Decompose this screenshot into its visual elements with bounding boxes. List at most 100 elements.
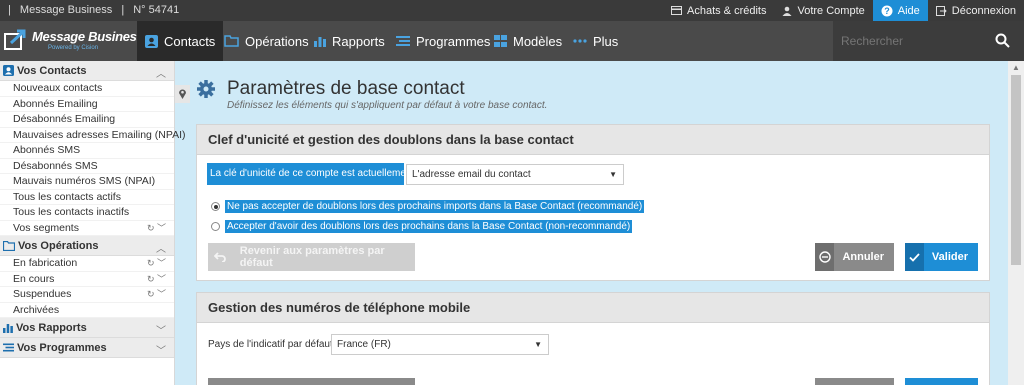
sidebar-item-label: Désabonnés Emailing [13, 113, 116, 125]
sidebar-item[interactable]: Suspendues ↻ ﹀ [0, 287, 174, 303]
undo-icon [208, 243, 232, 271]
reset-defaults-button[interactable]: Revenir aux paramètres par défaut [208, 243, 415, 271]
bar-chart-icon [314, 37, 326, 47]
sidebar-item-label: Suspendues [13, 288, 72, 300]
achats-link[interactable]: Achats & crédits [663, 0, 774, 21]
sidebar-item[interactable]: En fabrication ↻ ﹀ [0, 256, 174, 272]
sidebar-item[interactable]: Tous les contacts inactifs [0, 205, 174, 221]
country-select[interactable]: France (FR) ▼ [331, 334, 549, 355]
chevron-up-icon[interactable]: ︿ [156, 65, 166, 80]
chevron-up-icon[interactable]: ︿ [156, 240, 166, 255]
sidebar-item[interactable]: Tous les contacts actifs [0, 190, 174, 205]
achats-label: Achats & crédits [687, 4, 767, 17]
scrollbar-thumb[interactable] [1011, 75, 1021, 265]
nav-contacts[interactable]: Contacts [137, 21, 224, 61]
nav-modeles[interactable]: Modèles [486, 21, 570, 61]
refresh-expand-icon[interactable]: ↻ ﹀ [147, 272, 166, 287]
chevron-down-icon[interactable]: ﹀ [156, 342, 166, 357]
main-nav: Message Business Powered by Cision Conta… [0, 21, 1024, 61]
key-select[interactable]: L'adresse email du contact ▼ [406, 164, 624, 185]
gear-icon [197, 80, 215, 98]
sidebar-item[interactable]: Vos segments ↻ ﹀ [0, 221, 174, 236]
radio-no-duplicates[interactable]: Ne pas accepter de doublons lors des pro… [211, 200, 645, 213]
sidebar-item[interactable]: Abonnés Emailing [0, 97, 174, 112]
aide-link[interactable]: ? Aide [872, 0, 928, 21]
separator: | [8, 4, 11, 16]
sidebar-item[interactable]: Mauvais numéros SMS (NPAI) [0, 174, 174, 190]
validate-button[interactable] [905, 378, 978, 385]
sidebar-item[interactable]: Nouveaux contacts [0, 81, 174, 97]
section-contacts[interactable]: Vos Contacts ︿ [0, 61, 174, 81]
user-icon [782, 6, 792, 16]
nav-operations[interactable]: Opérations [216, 21, 317, 61]
sidebar-item[interactable]: Désabonnés SMS [0, 159, 174, 174]
radio-allow-duplicates[interactable]: Accepter d'avoir des doublons lors des p… [211, 220, 633, 233]
search-icon[interactable] [995, 33, 1010, 48]
sidebar-item-label: Mauvais numéros SMS (NPAI) [13, 175, 156, 187]
deconnexion-link[interactable]: Déconnexion [928, 0, 1024, 21]
folder-icon [224, 35, 239, 47]
cancel-button[interactable]: Annuler [815, 243, 894, 271]
sidebar-item-label: Abonnés SMS [13, 144, 81, 156]
compte-link[interactable]: Votre Compte [774, 0, 872, 21]
nav-rapports-label: Rapports [332, 33, 385, 49]
nav-contacts-label: Contacts [164, 33, 216, 49]
section-programmes[interactable]: Vos Programmes ﹀ [0, 338, 174, 358]
scroll-up-arrow-icon[interactable]: ▲ [1012, 63, 1020, 72]
logo[interactable]: Message Business Powered by Cision [4, 27, 144, 55]
nav-operations-label: Opérations [245, 33, 309, 49]
account-info: | Message Business | N° 54741 [8, 4, 185, 16]
validate-button[interactable]: Valider [905, 243, 978, 271]
nav-rapports[interactable]: Rapports [306, 21, 393, 61]
sidebar-item[interactable]: Abonnés SMS [0, 143, 174, 159]
country-select-value: France (FR) [337, 339, 391, 350]
dropdown-arrow-icon: ▼ [609, 170, 617, 179]
key-select-value: L'adresse email du contact [412, 169, 531, 180]
section-rapports[interactable]: Vos Rapports ﹀ [0, 318, 174, 338]
refresh-expand-icon[interactable]: ↻ ﹀ [147, 221, 166, 236]
refresh-expand-icon[interactable]: ↻ ﹀ [147, 287, 166, 302]
dropdown-arrow-icon: ▼ [534, 340, 542, 349]
radio-button[interactable] [211, 222, 220, 231]
reset-defaults-button[interactable] [208, 378, 415, 385]
nav-programmes[interactable]: Programmes [388, 21, 498, 61]
radio-button[interactable] [211, 202, 220, 211]
search-input[interactable] [841, 32, 991, 50]
page-subtitle: Définissez les éléments qui s'appliquent… [227, 100, 548, 111]
sidebar-item-label: Abonnés Emailing [13, 97, 98, 110]
sidebar-item-label: Vos segments [13, 221, 79, 234]
cancel-button[interactable] [815, 378, 894, 385]
search-box [833, 21, 1024, 61]
aide-label: Aide [897, 4, 920, 17]
refresh-expand-icon[interactable]: ↻ ﹀ [147, 256, 166, 271]
radio-label: Ne pas accepter de doublons lors des pro… [225, 200, 645, 213]
section-programmes-title: Vos Programmes [17, 341, 107, 354]
validate-label: Valider [931, 251, 968, 263]
sidebar-item-label: En cours [13, 272, 55, 285]
nav-modeles-label: Modèles [513, 33, 563, 49]
nav-plus-label: Plus [593, 33, 619, 49]
sidebar-item-label: Tous les contacts actifs [13, 190, 121, 203]
sidebar-item[interactable]: En cours ↻ ﹀ [0, 272, 174, 287]
bar-chart-icon [3, 323, 13, 333]
scrollbar[interactable]: ▲ [1008, 61, 1024, 385]
section-rapports-title: Vos Rapports [16, 321, 87, 334]
sidebar-item[interactable]: Désabonnés Emailing [0, 112, 174, 128]
deconnexion-label: Déconnexion [951, 4, 1016, 17]
panel-title: Gestion des numéros de téléphone mobile [197, 293, 989, 323]
minus-circle-icon [815, 243, 835, 271]
sidebar-item[interactable]: Mauvaises adresses Emailing (NPAI) [0, 128, 186, 143]
contacts-icon [145, 34, 158, 48]
nav-programmes-label: Programmes [416, 33, 491, 49]
nav-plus[interactable]: Plus [565, 21, 626, 61]
program-icon [396, 36, 410, 46]
chevron-down-icon[interactable]: ﹀ [156, 322, 166, 337]
section-operations[interactable]: Vos Opérations ︿ [0, 236, 174, 256]
account-number: N° 54741 [133, 4, 180, 16]
svg-text:?: ? [884, 6, 890, 16]
compte-label: Votre Compte [797, 4, 865, 17]
brand-name: Message Business [19, 4, 113, 16]
sidebar-item[interactable]: Archivées [0, 303, 174, 318]
logo-icon [4, 29, 26, 50]
section-contacts-title: Vos Contacts [17, 64, 87, 77]
